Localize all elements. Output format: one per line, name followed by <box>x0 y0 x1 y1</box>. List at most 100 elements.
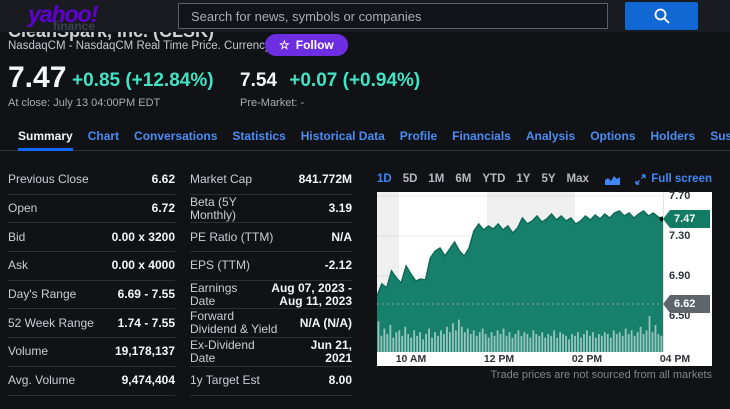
finance-logo-label: finance <box>53 19 95 33</box>
stat-label: Earnings Date <box>190 282 252 308</box>
stat-label: Bid <box>8 231 25 244</box>
chart-disclaimer: Trade prices are not sourced from all ma… <box>377 369 712 381</box>
stat-row: 52 Week Range1.74 - 7.55 <box>8 309 175 338</box>
range-5d[interactable]: 5D <box>403 173 418 185</box>
time-tick: 10 AM <box>389 352 433 366</box>
stat-value: 19,178,137 <box>115 345 175 358</box>
tab-historical-data[interactable]: Historical Data <box>301 125 385 151</box>
stat-row: Open 6.72 <box>8 195 175 224</box>
stat-label: Market Cap <box>190 173 252 186</box>
tab-summary[interactable]: Summary <box>18 125 73 151</box>
stat-row: EPS (TTM) -2.12 <box>190 252 352 281</box>
stat-label: 1y Target Est <box>190 374 260 387</box>
pre-market-change: +0.07 (+0.94%) <box>289 70 420 91</box>
search-icon <box>653 7 671 25</box>
stat-label: Forward Dividend & Yield <box>190 310 284 336</box>
star-icon: ☆ <box>279 38 290 52</box>
tab-conversations[interactable]: Conversations <box>134 125 217 151</box>
stat-value: 8.00 <box>329 374 352 387</box>
tab-bar: Summary Chart Conversations Statistics Histo… <box>0 125 730 151</box>
chart-controls: 1D 5D 1M 6M YTD 1Y 5Y Max Full screen <box>377 171 712 187</box>
range-ytd[interactable]: YTD <box>482 173 505 185</box>
stat-row: Ex-Dividend DateJun 21, 2021 <box>190 338 352 367</box>
range-1y[interactable]: 1Y <box>516 173 530 185</box>
quote-summary-table-right: Market Cap 841.772M Beta (5Y Monthly) 3.19 P… <box>190 166 352 396</box>
stat-label: PE Ratio (TTM) <box>190 231 273 244</box>
price-tick: 7.70 <box>669 190 709 202</box>
tab-holders[interactable]: Holders <box>651 125 696 151</box>
stat-row: 1y Target Est 8.00 <box>190 367 352 396</box>
stat-value: 841.772M <box>299 173 352 186</box>
stat-label: Open <box>8 202 37 215</box>
expand-arrows-icon <box>635 174 646 185</box>
pre-market-label: Pre-Market: - <box>240 97 304 109</box>
previous-close-badge: 6.62 <box>663 295 710 313</box>
range-5y[interactable]: 5Y <box>541 173 555 185</box>
follow-label: Follow <box>296 38 334 52</box>
quote-summary-table-left: Previous Close6.62 Open 6.72 Bid 0.00 x 3200… <box>8 166 175 396</box>
stat-row: PE Ratio (TTM) N/A <box>190 223 352 252</box>
stat-value: N/A (N/A) <box>300 317 352 330</box>
range-max[interactable]: Max <box>567 173 589 185</box>
regular-market-price: 7.47 <box>8 61 66 95</box>
tab-statistics[interactable]: Statistics <box>232 125 285 151</box>
stat-value: Jun 21, 2021 <box>282 339 352 365</box>
axis-separator <box>663 192 664 352</box>
range-1d[interactable]: 1D <box>377 173 392 185</box>
stat-label: Ask <box>8 259 28 272</box>
stat-value: 6.69 - 7.55 <box>118 288 175 301</box>
tab-analysis[interactable]: Analysis <box>526 125 575 151</box>
tab-financials[interactable]: Financials <box>452 125 511 151</box>
time-tick: 02 PM <box>565 352 609 366</box>
range-1m[interactable]: 1M <box>428 173 444 185</box>
stat-row: Earnings DateAug 07, 2023 - Aug 11, 2023 <box>190 281 352 310</box>
stat-value: -2.12 <box>325 259 352 272</box>
regular-market-change: +0.85 (+12.84%) <box>72 70 214 92</box>
pre-market-quote: 7.54 +0.07 (+0.94%) <box>240 70 420 92</box>
top-header: yahoo! finance <box>0 0 730 32</box>
stat-label: Beta (5Y Monthly) <box>190 196 284 222</box>
stat-row: Previous Close6.62 <box>8 166 175 195</box>
current-price-badge: 7.47 <box>663 210 710 228</box>
full-screen-button[interactable]: Full screen <box>635 173 712 185</box>
tab-profile[interactable]: Profile <box>400 125 437 151</box>
tab-chart[interactable]: Chart <box>88 125 119 151</box>
at-close-timestamp: At close: July 13 04:00PM EDT <box>8 97 160 109</box>
search-button[interactable] <box>625 2 698 30</box>
stat-value: 6.72 <box>152 202 175 215</box>
follow-button[interactable]: ☆ Follow <box>265 34 348 56</box>
stat-value: 0.00 x 4000 <box>112 259 175 272</box>
pre-market-price: 7.54 <box>240 70 277 91</box>
stat-label: Ex-Dividend Date <box>190 339 282 365</box>
range-buttons: 1D 5D 1M 6M YTD 1Y 5Y Max <box>377 173 589 185</box>
range-6m[interactable]: 6M <box>455 173 471 185</box>
stat-row: Forward Dividend & Yield N/A (N/A) <box>190 309 352 338</box>
stat-row: Beta (5Y Monthly) 3.19 <box>190 195 352 224</box>
stat-row: Ask 0.00 x 4000 <box>8 252 175 281</box>
stat-label: EPS (TTM) <box>190 259 250 272</box>
stat-label: Previous Close <box>8 173 89 186</box>
area-chart-icon[interactable] <box>605 174 620 185</box>
stat-row: Avg. Volume 9,474,404 <box>8 367 175 396</box>
price-plot-area[interactable] <box>377 192 663 352</box>
stat-row: Volume19,178,137 <box>8 338 175 367</box>
stat-value: 0.00 x 3200 <box>112 231 175 244</box>
tab-sustainability[interactable]: Sustainability <box>710 125 730 151</box>
stat-value: 3.19 <box>329 202 352 215</box>
time-tick: 12 PM <box>477 352 521 366</box>
price-tick: 6.90 <box>669 270 709 282</box>
price-tick: 7.30 <box>669 230 709 242</box>
intraday-chart: 7.707.306.906.50 10 AM12 PM02 PM04 PM 7.… <box>377 192 712 366</box>
stat-value: N/A <box>331 231 352 244</box>
yahoo-finance-quote-page: CleanSpark, Inc. (CLSK) yahoo! finance N… <box>0 0 730 409</box>
stat-value: 9,474,404 <box>122 374 175 387</box>
stat-label: Avg. Volume <box>8 374 75 387</box>
stat-value: 1.74 - 7.55 <box>118 317 175 330</box>
stat-value: Aug 07, 2023 - Aug 11, 2023 <box>252 282 352 308</box>
full-screen-label: Full screen <box>651 173 712 185</box>
stat-row: Day's Range6.69 - 7.55 <box>8 281 175 310</box>
stat-row: Bid 0.00 x 3200 <box>8 223 175 252</box>
time-tick: 04 PM <box>653 352 697 366</box>
search-input[interactable] <box>178 3 608 29</box>
tab-options[interactable]: Options <box>590 125 635 151</box>
